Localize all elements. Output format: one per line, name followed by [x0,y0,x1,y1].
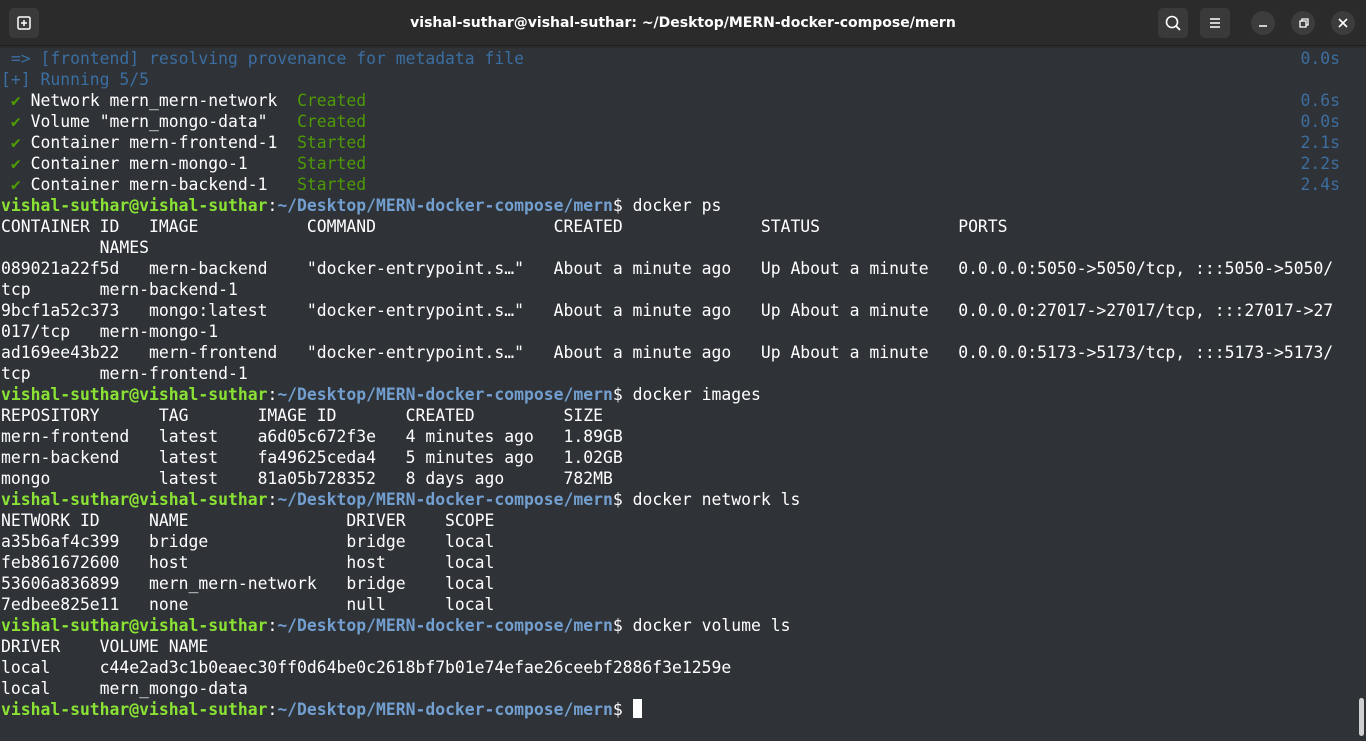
build-step: ✔ Container mern-mongo-1 Started [1,154,367,173]
output-line: mern-frontend latest a6d05c672f3e 4 minu… [1,427,623,446]
search-icon [1165,15,1181,31]
output-line: tcp mern-frontend-1 [1,364,248,383]
running-line: [+] Running 5/5 [1,70,150,89]
terminal-output[interactable]: => [frontend] resolving provenance for m… [0,48,1366,741]
prompt-path: ~/Desktop/MERN-docker-compose/mern [277,700,613,719]
output-line: NETWORK ID NAME DRIVER SCOPE [1,511,495,530]
prompt-line: vishal-suthar@vishal-suthar:~/Desktop/ME… [1,616,791,635]
output-line: local mern_mongo-data [1,679,248,698]
output-line: tcp mern-backend-1 [1,280,238,299]
output-line: mern-backend latest fa49625ceda4 5 minut… [1,448,623,467]
check-icon: ✔ [1,154,21,173]
maximize-button[interactable] [1291,11,1315,35]
check-icon: ✔ [1,133,21,152]
menu-button[interactable] [1200,8,1230,38]
status-text: Started [297,175,367,194]
prompt-path: ~/Desktop/MERN-docker-compose/mern [277,196,613,215]
prompt-user-host: vishal-suthar@vishal-suthar [1,490,268,509]
prompt-line: vishal-suthar@vishal-suthar:~/Desktop/ME… [1,196,722,215]
output-line: CONTAINER ID IMAGE COMMAND CREATED STATU… [1,217,1008,236]
output-line: 017/tcp mern-mongo-1 [1,322,219,341]
output-line: feb861672600 host host local [1,553,495,572]
scrollbar-thumb[interactable] [1359,698,1364,736]
step-time: 2.2s [1300,154,1340,173]
hamburger-menu-icon [1210,18,1220,28]
resolving-time: 0.0s [1300,49,1340,68]
title-bar: vishal-suthar@vishal-suthar: ~/Desktop/M… [0,0,1366,46]
prompt-path: ~/Desktop/MERN-docker-compose/mern [277,616,613,635]
command-text: docker volume ls [632,616,791,635]
step-time: 0.0s [1300,112,1340,131]
active-prompt-line[interactable]: vishal-suthar@vishal-suthar:~/Desktop/ME… [1,699,642,720]
output-line: 7edbee825e11 none null local [1,595,495,614]
prompt-user-host: vishal-suthar@vishal-suthar [1,616,268,635]
search-button[interactable] [1158,8,1188,38]
output-line: a35b6af4c399 bridge bridge local [1,532,495,551]
output-line: 9bcf1a52c373 mongo:latest "docker-entryp… [1,301,1334,320]
prompt-path: ~/Desktop/MERN-docker-compose/mern [277,490,613,509]
command-text: docker ps [632,196,722,215]
prompt-line: vishal-suthar@vishal-suthar:~/Desktop/ME… [1,490,801,509]
prompt-line: vishal-suthar@vishal-suthar:~/Desktop/ME… [1,385,761,404]
prompt-path: ~/Desktop/MERN-docker-compose/mern [277,385,613,404]
check-icon: ✔ [1,175,21,194]
status-text: Created [297,112,367,131]
step-time: 0.6s [1300,91,1340,110]
build-step: ✔ Volume "mern_mongo-data" Created [1,112,367,131]
check-icon: ✔ [1,112,21,131]
resolving-line: => [frontend] resolving provenance for m… [1,49,525,68]
output-line: 53606a836899 mern_mern-network bridge lo… [1,574,495,593]
prompt-user-host: vishal-suthar@vishal-suthar [1,196,268,215]
command-text: docker images [632,385,761,404]
text-cursor [632,699,642,718]
build-step: ✔ Container mern-backend-1 Started [1,175,367,194]
minimize-button[interactable] [1251,11,1275,35]
output-line: ad169ee43b22 mern-frontend "docker-entry… [1,343,1334,362]
step-time: 2.4s [1300,175,1340,194]
status-text: Started [297,133,367,152]
close-icon [1338,18,1348,28]
output-line: REPOSITORY TAG IMAGE ID CREATED SIZE [1,406,603,425]
output-line: local c44e2ad3c1b0eaec30ff0d64be0c2618bf… [1,658,732,677]
prompt-user-host: vishal-suthar@vishal-suthar [1,700,268,719]
step-time: 2.1s [1300,133,1340,152]
build-step: ✔ Network mern_mern-network Created [1,91,367,110]
status-text: Created [297,91,367,110]
prompt-user-host: vishal-suthar@vishal-suthar [1,385,268,404]
output-line: DRIVER VOLUME NAME [1,637,209,656]
close-button[interactable] [1331,11,1355,35]
output-line: NAMES [1,238,150,257]
check-icon: ✔ [1,91,21,110]
maximize-icon [1299,18,1309,28]
command-text: docker network ls [632,490,801,509]
output-line: 089021a22f5d mern-backend "docker-entryp… [1,259,1334,278]
minimize-icon [1259,25,1267,27]
build-step: ✔ Container mern-frontend-1 Started [1,133,367,152]
output-line: mongo latest 81a05b728352 8 days ago 782… [1,469,613,488]
status-text: Started [297,154,367,173]
